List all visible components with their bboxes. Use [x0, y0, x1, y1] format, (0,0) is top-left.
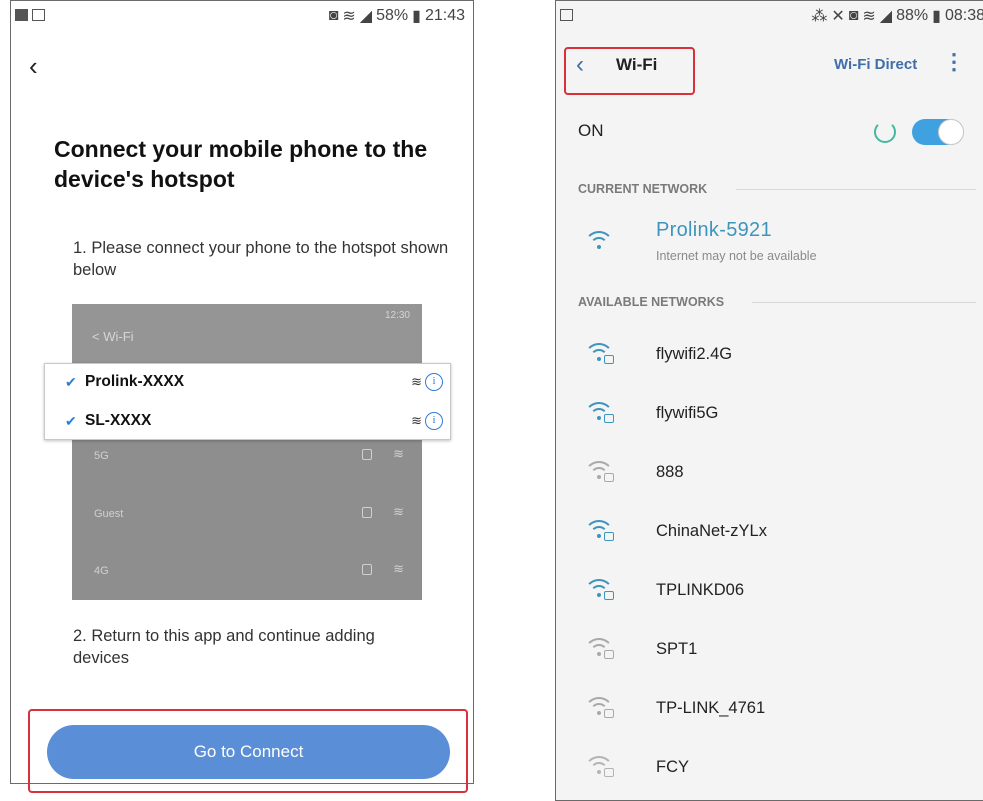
network-row[interactable]: 888	[556, 445, 983, 501]
wifi-icon: ≋	[393, 561, 404, 576]
hotspot-row: ✔ Prolink-XXXX ≋ i	[45, 364, 450, 402]
phone-screen-left: ◙ ≋ ◢ 58% ▮ 21:43 ‹ Connect your mobile …	[10, 0, 474, 793]
wifi-icon: ≋	[411, 413, 422, 428]
current-network-heading: CURRENT NETWORK	[578, 182, 708, 196]
notification-icon	[560, 9, 573, 21]
divider	[752, 302, 976, 303]
step-1-text: 1. Please connect your phone to the hots…	[73, 239, 449, 279]
status-time: 21:43	[424, 7, 465, 24]
phone-screen-right: ⁂ ✕ ◙ ≋ ◢ 88% ▮ 08:38 ‹ Wi-Fi Wi-Fi Dire…	[555, 0, 983, 801]
page-title: Wi-Fi	[616, 55, 658, 74]
illustration-network-row: 5G ≋	[94, 446, 404, 462]
wifi-toggle-switch[interactable]	[912, 119, 964, 145]
wifi-lock-icon	[584, 754, 614, 780]
network-name: SPT1	[656, 640, 698, 658]
status-time: 08:38	[944, 7, 983, 24]
wifi-toggle-row[interactable]: ON	[556, 111, 983, 155]
check-icon: ✔	[65, 413, 77, 429]
app-header: ‹ Wi-Fi Wi-Fi Direct ⋮	[556, 37, 983, 101]
network-name: flywifi2.4G	[656, 345, 733, 363]
loading-spinner-icon	[874, 121, 896, 143]
network-row[interactable]: flywifi5G	[556, 386, 983, 442]
network-row[interactable]: SPT1	[556, 622, 983, 678]
wifi-direct-button[interactable]: Wi-Fi Direct	[834, 56, 917, 73]
notification-icon	[32, 9, 45, 21]
share-icon: ⁂	[811, 8, 828, 25]
lock-icon	[362, 564, 372, 575]
go-to-connect-button[interactable]: Go to Connect	[47, 725, 450, 779]
wifi-icon: ≋	[411, 374, 422, 389]
info-icon: i	[425, 412, 443, 430]
check-icon: ✔	[65, 374, 77, 390]
wifi-lock-icon	[584, 518, 614, 544]
network-row[interactable]: TPLINKD06	[556, 563, 983, 619]
wifi-lock-icon	[584, 577, 614, 603]
battery-percent: 88%	[896, 7, 929, 24]
network-name: FCY	[656, 758, 689, 776]
mute-icon: ✕	[831, 8, 845, 25]
wifi-lock-icon	[584, 695, 614, 721]
cell-signal-icon: ◢	[879, 8, 893, 25]
battery-icon: ▮	[412, 8, 421, 25]
wifi-signal-icon: ≋	[342, 8, 356, 25]
wifi-lock-icon	[584, 400, 614, 426]
illustration-wifi-label: < Wi-Fi	[92, 329, 134, 344]
network-name: flywifi5G	[656, 404, 719, 422]
battery-icon: ▮	[932, 8, 941, 25]
current-network-name: Prolink-5921	[656, 219, 772, 241]
network-row[interactable]: FCY	[556, 740, 983, 796]
alarm-icon: ◙	[848, 7, 859, 24]
hotspot-list-card: ✔ Prolink-XXXX ≋ i ✔ SL-XXXX ≋ i	[44, 363, 451, 440]
back-arrow-icon[interactable]: ‹	[29, 51, 38, 82]
divider	[736, 189, 976, 190]
status-bar: ◙ ≋ ◢ 58% ▮ 21:43	[11, 1, 473, 31]
info-icon: i	[425, 373, 443, 391]
illustration-network-row: 4G ≋	[94, 561, 404, 577]
wifi-state-label: ON	[578, 121, 604, 140]
page-title: Connect your mobile phone to the device'…	[54, 136, 428, 192]
network-name: TPLINKD06	[656, 581, 745, 599]
illustration-status-time: 12:30	[384, 310, 410, 321]
wifi-signal-icon: ≋	[862, 8, 876, 25]
status-bar: ⁂ ✕ ◙ ≋ ◢ 88% ▮ 08:38	[556, 1, 983, 31]
network-name: 888	[656, 463, 684, 481]
network-row[interactable]: TP-LINK_4761	[556, 681, 983, 737]
wifi-icon: ≋	[393, 446, 404, 461]
hotspot-row: ✔ SL-XXXX ≋ i	[45, 403, 450, 441]
step-2-text: 2. Return to this app and continue addin…	[73, 627, 375, 667]
back-arrow-icon[interactable]: ‹	[576, 51, 584, 79]
wifi-illustration: 12:30 < Wi-Fi 5G ≋ Guest ≋ 4G ≋	[72, 304, 422, 600]
lock-icon	[362, 507, 372, 518]
wifi-icon	[584, 229, 614, 255]
toggle-knob	[938, 119, 964, 145]
wifi-lock-icon	[584, 341, 614, 367]
wifi-lock-icon	[584, 459, 614, 485]
alarm-icon: ◙	[328, 7, 339, 24]
network-name: TP-LINK_4761	[656, 699, 766, 717]
network-row[interactable]: flywifi2.4G	[556, 327, 983, 383]
wifi-icon: ≋	[393, 504, 404, 519]
more-options-icon[interactable]: ⋮	[943, 49, 965, 75]
current-network-status: Internet may not be available	[656, 249, 817, 263]
illustration-network-row: Guest ≋	[94, 504, 404, 520]
cell-signal-icon: ◢	[359, 8, 373, 25]
network-name: ChinaNet-zYLx	[656, 522, 767, 540]
wifi-lock-icon	[584, 636, 614, 662]
gallery-icon	[15, 9, 28, 21]
network-row[interactable]: ChinaNet-zYLx	[556, 504, 983, 560]
available-networks-heading: AVAILABLE NETWORKS	[578, 295, 725, 309]
lock-icon	[362, 449, 372, 460]
battery-percent: 58%	[376, 7, 409, 24]
